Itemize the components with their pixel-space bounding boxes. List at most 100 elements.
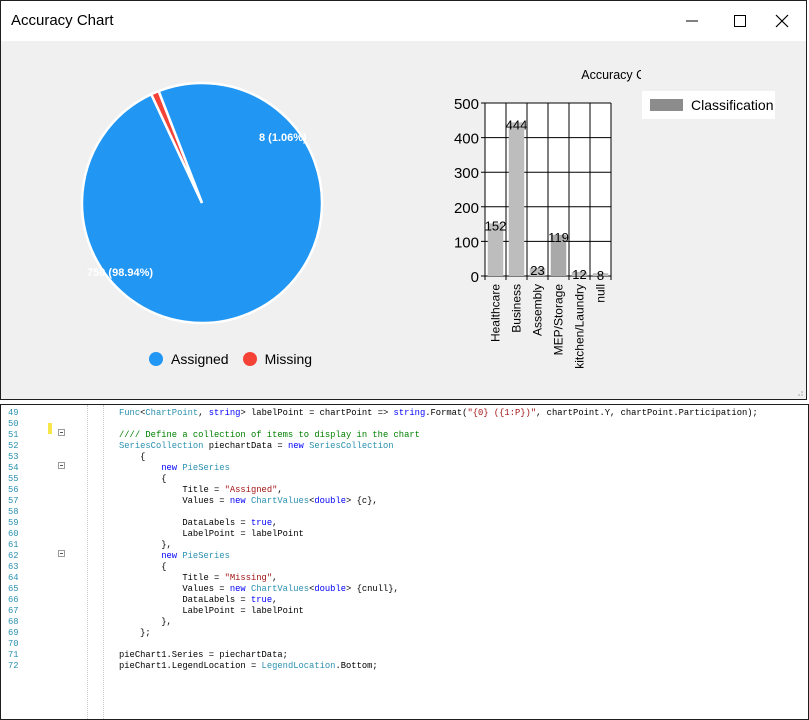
x-tick-label: null <box>594 284 608 303</box>
code-text: //// Define a collection of items to dis… <box>119 430 420 440</box>
line-number: 65 <box>8 584 19 594</box>
y-tick-label: 200 <box>454 200 479 217</box>
code-line[interactable]: 68 }, <box>1 617 808 628</box>
legend-item-missing: Missing <box>242 351 312 367</box>
code-line[interactable]: 59 DataLabels = true, <box>1 518 808 529</box>
code-text: { <box>119 474 167 484</box>
line-number: 67 <box>8 606 19 616</box>
code-text: SeriesCollection piechartData = new Seri… <box>119 441 394 451</box>
code-line[interactable]: 50 <box>1 419 808 430</box>
code-text: DataLabels = true, <box>119 595 278 605</box>
pie-chart: 750 (98.94%) 8 (1.06%) <box>80 81 324 325</box>
code-line[interactable]: 54 new PieSeries <box>1 463 808 474</box>
code-line[interactable]: 56 Title = "Assigned", <box>1 485 808 496</box>
close-icon <box>775 14 789 28</box>
code-line[interactable]: 67 LabelPoint = labelPoint <box>1 606 808 617</box>
code-line[interactable]: 58 <box>1 507 808 518</box>
code-text: pieChart1.LegendLocation = LegendLocatio… <box>119 661 378 671</box>
y-tick-label: 0 <box>471 269 479 286</box>
code-line[interactable]: 55 { <box>1 474 808 485</box>
line-number: 57 <box>8 496 19 506</box>
code-line[interactable]: 51 //// Define a collection of items to d… <box>1 430 808 441</box>
y-tick-label: 100 <box>454 234 479 251</box>
line-number: 49 <box>8 408 19 418</box>
pie-label-assigned: 750 (98.94%) <box>87 267 153 279</box>
code-text: LabelPoint = labelPoint <box>119 606 304 616</box>
pie-legend: Assigned Missing <box>149 351 326 367</box>
code-text: }, <box>119 617 172 627</box>
bar-data-label: 23 <box>530 263 544 278</box>
maximize-icon <box>734 15 746 27</box>
code-line[interactable]: 65 Values = new ChartValues<double> {cnu… <box>1 584 808 595</box>
line-number: 55 <box>8 474 19 484</box>
line-number: 72 <box>8 661 19 671</box>
code-text: LabelPoint = labelPoint <box>119 529 304 539</box>
legend-item-assigned: Assigned <box>149 351 229 367</box>
code-line[interactable]: 52 SeriesCollection piechartData = new Se… <box>1 441 808 452</box>
pie-label-missing: 8 (1.06%) <box>259 132 307 144</box>
minimize-button[interactable] <box>668 1 716 41</box>
bar-legend: Classification <box>642 91 775 119</box>
bar-data-label: 8 <box>597 268 604 283</box>
code-line[interactable]: 53 { <box>1 452 808 463</box>
bar <box>508 122 525 276</box>
close-button[interactable] <box>758 1 806 41</box>
code-line[interactable]: 57 Values = new ChartValues<double> {c}, <box>1 496 808 507</box>
code-text: Values = new ChartValues<double> {c}, <box>119 496 378 506</box>
bar-data-label: 152 <box>485 218 507 233</box>
code-text: }, <box>119 540 172 550</box>
code-text: new PieSeries <box>161 463 230 473</box>
code-line[interactable]: 62 new PieSeries <box>1 551 808 562</box>
bar-data-label: 119 <box>548 230 569 245</box>
line-number: 62 <box>8 551 19 561</box>
line-number: 58 <box>8 507 19 517</box>
x-tick-label: Assembly <box>531 284 545 336</box>
code-text: { <box>119 562 167 572</box>
missing-swatch <box>242 352 257 366</box>
x-tick-label: Business <box>510 284 524 333</box>
bar-chart: Accuracy Chart 0 100 200 300 400 500 152 Healthc… <box>454 68 641 369</box>
code-text: pieChart1.Series = piechartData; <box>119 650 288 660</box>
minimize-icon <box>686 20 698 22</box>
bar-chart-title: Accuracy Chart <box>581 68 641 82</box>
chart-window: Accuracy Chart 750 (98.94%) 8 (1.06%) Ass… <box>0 0 807 400</box>
y-tick-label: 300 <box>454 165 479 182</box>
bar-data-label: 12 <box>572 267 586 282</box>
classification-swatch <box>650 99 683 111</box>
code-line[interactable]: 49 Func<ChartPoint, string> labelPoint = … <box>1 408 808 419</box>
code-text: DataLabels = true, <box>119 518 278 528</box>
code-line[interactable]: 63 { <box>1 562 808 573</box>
code-line[interactable]: 60 LabelPoint = labelPoint <box>1 529 808 540</box>
bar-data-label: 444 <box>506 117 528 132</box>
line-number: 61 <box>8 540 19 550</box>
line-number: 53 <box>8 452 19 462</box>
code-line[interactable]: 69 }; <box>1 628 808 639</box>
code-text: { <box>119 452 146 462</box>
line-number: 63 <box>8 562 19 572</box>
code-text: new PieSeries <box>161 551 230 561</box>
code-text: }; <box>119 628 151 638</box>
line-number: 68 <box>8 617 19 627</box>
code-line[interactable]: 70 <box>1 639 808 650</box>
title-bar[interactable]: Accuracy Chart <box>1 1 806 41</box>
code-text: Title = "Missing", <box>119 573 278 583</box>
line-number: 70 <box>8 639 19 649</box>
line-number: 60 <box>8 529 19 539</box>
code-editor[interactable]: 49 Func<ChartPoint, string> labelPoint = … <box>0 404 809 720</box>
x-tick-label: MEP/Storage <box>552 284 566 356</box>
code-line[interactable]: 72 pieChart1.LegendLocation = LegendLocat… <box>1 661 808 672</box>
assigned-swatch <box>149 352 163 366</box>
x-tick-label: Healthcare <box>489 284 503 342</box>
line-number: 54 <box>8 463 19 473</box>
code-line[interactable]: 66 DataLabels = true, <box>1 595 808 606</box>
x-tick-label: kitchen/Laundry <box>573 284 587 369</box>
code-line[interactable]: 61 }, <box>1 540 808 551</box>
maximize-button[interactable] <box>716 1 764 41</box>
code-line[interactable]: 64 Title = "Missing", <box>1 573 808 584</box>
code-line[interactable]: 71 pieChart1.Series = piechartData; <box>1 650 808 661</box>
legend-label-assigned: Assigned <box>171 351 229 367</box>
resize-grip-icon[interactable] <box>796 389 804 397</box>
line-number: 71 <box>8 650 19 660</box>
line-number: 52 <box>8 441 19 451</box>
line-number: 59 <box>8 518 19 528</box>
